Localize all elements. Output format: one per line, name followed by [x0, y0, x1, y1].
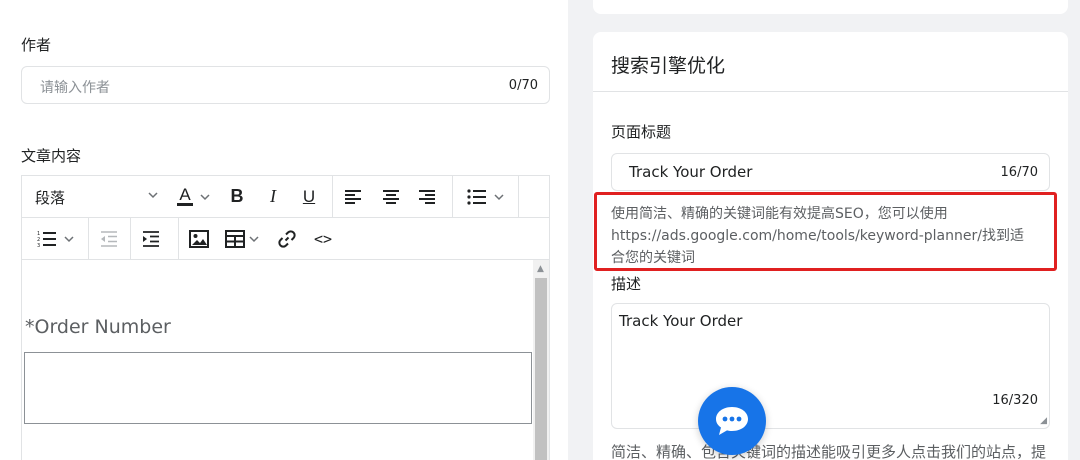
- seo-card: 搜索引擎优化 页面标题 Track Your Order 16/70 使用简洁、…: [593, 32, 1068, 460]
- editor-toolbar-row-2: 123 <>: [22, 218, 549, 260]
- italic-button[interactable]: I: [258, 176, 288, 217]
- toolbar-divider: [88, 218, 89, 259]
- post-editor-panel: 作者 请输入作者 0/70 文章内容 段落 A B I U 1 2 3 <> *…: [0, 0, 568, 460]
- link-icon: [278, 229, 296, 248]
- paragraph-select-label: 段落: [35, 189, 66, 207]
- description-label: 描述: [611, 275, 642, 293]
- chevron-down-icon: [248, 235, 259, 242]
- align-right-icon: [419, 189, 435, 204]
- page-title-value: Track Your Order: [629, 163, 753, 181]
- align-right-button[interactable]: [412, 176, 442, 217]
- page-title-label: 页面标题: [611, 123, 672, 141]
- editor-scroll-thumb[interactable]: [535, 278, 547, 460]
- editor-content-area[interactable]: *Order Number ▲: [22, 260, 549, 460]
- page-title-char-count: 16/70: [1000, 165, 1038, 180]
- author-char-count: 0/70: [508, 78, 538, 93]
- seo-divider: [593, 91, 1068, 92]
- scroll-up-arrow-icon[interactable]: ▲: [537, 264, 544, 274]
- insert-table-button[interactable]: [220, 218, 264, 259]
- numbered-list-button[interactable]: 123: [30, 218, 82, 259]
- align-left-icon: [345, 189, 361, 204]
- author-label: 作者: [21, 36, 52, 54]
- editor-toolbar-row-1: 段落 A B I U: [22, 176, 549, 218]
- resize-handle-icon[interactable]: ◢: [1040, 416, 1047, 426]
- page-title-input[interactable]: Track Your Order 16/70: [611, 153, 1050, 191]
- insert-image-button[interactable]: [184, 218, 214, 259]
- rich-text-editor: 段落 A B I U 1 2 3 <> *Order Number ▲: [21, 175, 550, 460]
- chat-support-button[interactable]: [698, 387, 766, 455]
- description-textarea[interactable]: Track Your Order 16/320 ◢: [611, 303, 1050, 429]
- outdent-button[interactable]: [94, 218, 124, 259]
- hint-highlight-box: [594, 192, 1057, 271]
- svg-text:3: 3: [37, 243, 40, 248]
- insert-link-button[interactable]: [272, 218, 302, 259]
- chevron-down-icon: [494, 193, 504, 200]
- indent-icon: [143, 230, 159, 247]
- editor-scrollbar[interactable]: ▲: [533, 260, 549, 460]
- code-view-button[interactable]: <>: [308, 218, 338, 259]
- underline-button[interactable]: U: [294, 176, 324, 217]
- toolbar-divider: [130, 218, 131, 259]
- paragraph-select[interactable]: 段落: [22, 176, 163, 217]
- bullet-list-button[interactable]: [460, 176, 512, 217]
- bold-button[interactable]: B: [222, 176, 252, 217]
- chevron-down-icon: [147, 189, 159, 204]
- toolbar-divider: [518, 176, 519, 217]
- chat-bubble-icon: [716, 407, 748, 435]
- align-left-button[interactable]: [338, 176, 368, 217]
- chevron-down-icon: [200, 193, 210, 200]
- outdent-icon: [101, 230, 117, 247]
- align-center-button[interactable]: [376, 176, 406, 217]
- author-placeholder: 请输入作者: [40, 80, 110, 96]
- indent-button[interactable]: [136, 218, 166, 259]
- chevron-down-icon: [64, 235, 74, 242]
- toolbar-divider: [452, 176, 453, 217]
- top-card: [593, 0, 1068, 14]
- bullet-list-icon: [467, 188, 486, 205]
- description-hint: 简洁、精确、包含关键词的描述能吸引更多人点击我们的站点，提: [611, 443, 1047, 460]
- description-char-count: 16/320: [992, 393, 1038, 408]
- description-value: Track Your Order: [619, 312, 743, 330]
- numbered-list-icon: 123: [37, 231, 56, 248]
- image-icon: [189, 229, 209, 248]
- text-color-button[interactable]: A: [170, 176, 218, 217]
- author-input[interactable]: 请输入作者 0/70: [21, 66, 550, 104]
- table-icon: [224, 229, 245, 248]
- text-color-icon: A: [177, 185, 193, 206]
- order-number-field[interactable]: [24, 352, 532, 424]
- toolbar-divider: [178, 218, 179, 259]
- toolbar-divider: [332, 176, 333, 217]
- seo-card-title: 搜索引擎优化: [611, 55, 726, 77]
- content-label: 文章内容: [21, 147, 82, 165]
- align-center-icon: [383, 189, 399, 204]
- order-number-label: *Order Number: [25, 316, 171, 338]
